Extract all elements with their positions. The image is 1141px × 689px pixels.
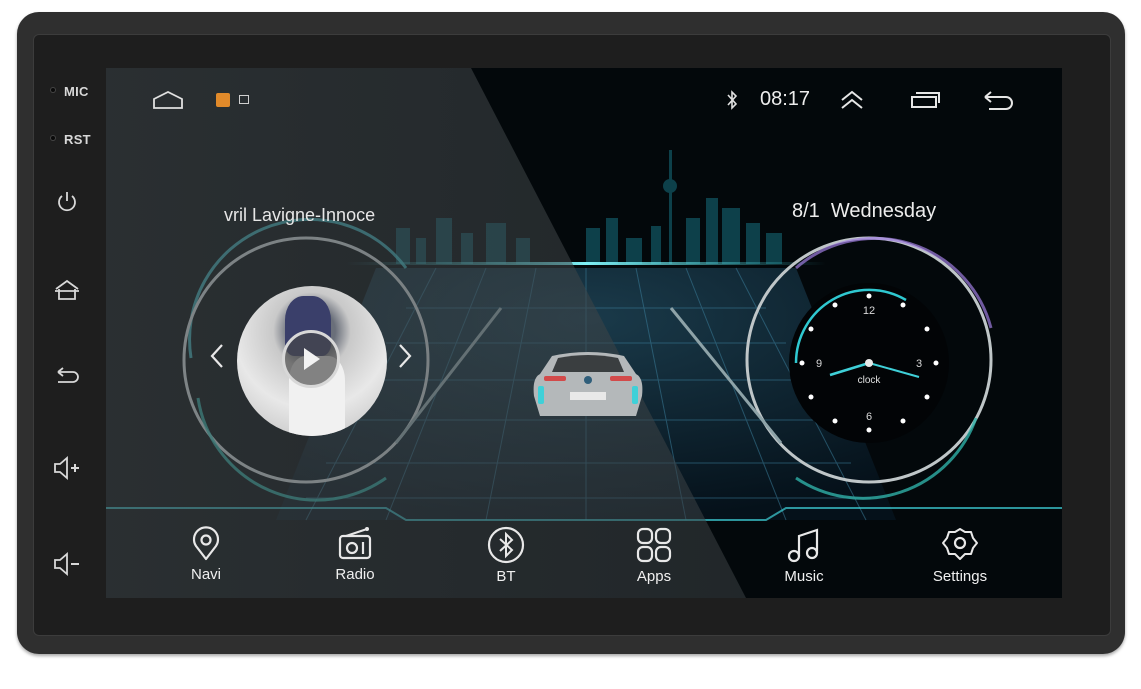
car-image [533,352,643,416]
volume-up-button[interactable] [47,450,87,486]
date-label: 8/1 Wednesday [792,200,937,222]
reset-label: RST [64,132,91,147]
back-arrow-icon[interactable] [980,88,1016,112]
clock-numeral-12: 12 [863,305,875,317]
dock-item-navi[interactable]: Navi [151,526,261,594]
dock-item-bt[interactable]: BT [451,526,561,594]
dock-item-radio[interactable]: Radio [300,526,410,594]
dock-label: Music [784,568,824,585]
analog-clock[interactable]: 12 3 6 9 clock [786,280,952,446]
dock-label: Navi [190,566,221,583]
bluetooth-circle-icon [487,526,525,564]
bluetooth-icon [724,89,740,111]
reset-hole[interactable] [51,136,55,140]
power-icon [58,192,76,212]
mic-label: MIC [64,84,89,99]
dock-label: Settings [932,568,988,585]
status-bar: 08:17 [106,68,1062,130]
dock-label: Apps [636,568,672,585]
back-icon [57,367,79,383]
notification-image-icon [239,95,249,104]
mic-hole [51,88,55,92]
dock-item-settings[interactable]: Settings [905,526,1015,594]
status-time: 08:17 [760,88,811,110]
play-button[interactable] [282,330,340,388]
music-note-icon [787,528,819,563]
recent-apps-icon[interactable] [908,88,942,112]
touch-screen[interactable]: 08:17 vril Lavigne-Innoce 8/1 Wednesday … [106,68,1062,598]
play-icon [304,348,320,370]
dock-label: Radio [335,566,375,583]
clock-numeral-3: 3 [916,358,922,370]
dock-label: BT [496,568,516,585]
settings-gear-icon [942,528,978,560]
app-dock: Navi Radio BT Apps Music Settings [106,520,1062,598]
location-pin-icon [192,526,220,561]
clock-label: clock [858,375,882,386]
song-title: vril Lavigne-Innoce [224,205,376,225]
home-button[interactable] [47,272,87,308]
chevron-right-icon[interactable] [396,342,414,377]
power-button[interactable] [47,184,87,220]
clock-numeral-9: 9 [816,358,822,370]
volume-down-icon [54,552,79,576]
volume-down-button[interactable] [47,546,87,582]
collapse-up-icon[interactable] [838,88,866,112]
notification-app-icon [216,93,230,107]
clock-numeral-6: 6 [866,411,872,423]
back-button[interactable] [47,358,87,394]
home-icon [55,279,79,300]
home-outline-icon[interactable] [150,88,186,112]
volume-up-icon [54,456,79,480]
dock-item-apps[interactable]: Apps [599,526,709,594]
chevron-left-icon[interactable] [208,342,226,377]
apps-grid-icon [636,527,672,563]
radio-icon [338,527,372,560]
dock-item-music[interactable]: Music [749,526,859,594]
